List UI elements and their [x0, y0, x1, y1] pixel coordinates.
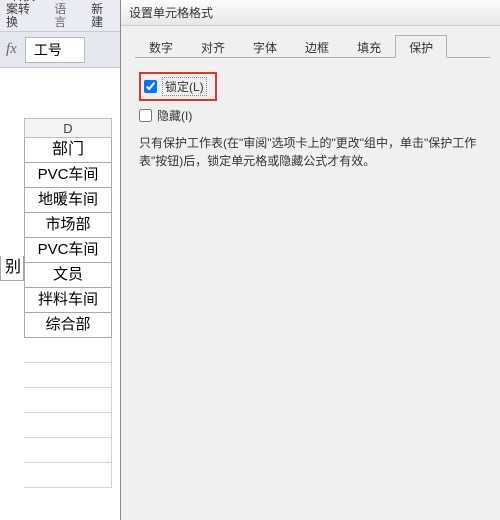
table-cell[interactable]: 文员 — [24, 263, 112, 288]
hidden-row: 隐藏(I) — [139, 107, 482, 124]
locked-checkbox[interactable] — [144, 80, 157, 93]
tab-alignment[interactable]: 对齐 — [187, 35, 239, 58]
dialog-titlebar: 设置单元格格式 — [121, 0, 500, 26]
table-cell[interactable]: PVC车间 — [24, 163, 112, 188]
locked-row: 锁定(L) — [139, 72, 482, 101]
partial-column-c: 别 — [0, 256, 24, 281]
ribbon-item: 案转换 — [6, 3, 40, 29]
table-cell[interactable]: 拌料车间 — [24, 288, 112, 313]
locked-highlight: 锁定(L) — [139, 72, 217, 101]
protection-hint: 只有保护工作表(在"审阅"选项卡上的"更改"组中，单击"保护工作表"按钮)后，锁… — [139, 134, 482, 170]
ribbon-group-translate[interactable]: 翻译 语言 — [54, 2, 77, 29]
ribbon-fragment: 转换 案转换 翻译 语言 新建 — [0, 0, 120, 32]
locked-label: 锁定(L) — [162, 77, 207, 96]
table-cell[interactable]: 地暖车间 — [24, 188, 112, 213]
tab-number[interactable]: 数字 — [135, 35, 187, 58]
tab-fill[interactable]: 填充 — [343, 35, 395, 58]
table-cell[interactable]: 综合部 — [24, 313, 112, 338]
empty-cell[interactable] — [24, 413, 112, 438]
fx-icon[interactable]: fx — [6, 41, 17, 58]
ribbon-group-convert[interactable]: 转换 案转换 — [6, 2, 40, 29]
dialog-title: 设置单元格格式 — [129, 4, 213, 21]
column-header-d[interactable]: D — [24, 118, 112, 138]
format-cells-dialog: 设置单元格格式 数字 对齐 字体 边框 填充 保护 锁定(L) 隐藏(I) 只有… — [120, 0, 500, 520]
hidden-label: 隐藏(I) — [157, 107, 192, 124]
empty-cell[interactable] — [24, 463, 112, 488]
formula-bar: fx 工号 — [0, 32, 120, 68]
tab-border[interactable]: 边框 — [291, 35, 343, 58]
dialog-tabstrip: 数字 对齐 字体 边框 填充 保护 — [135, 34, 490, 58]
empty-cells — [24, 338, 112, 488]
table-cell[interactable]: 市场部 — [24, 213, 112, 238]
table-cell[interactable]: PVC车间 — [24, 238, 112, 263]
tab-protection-panel: 锁定(L) 隐藏(I) 只有保护工作表(在"审阅"选项卡上的"更改"组中，单击"… — [121, 58, 500, 184]
empty-cell[interactable] — [24, 438, 112, 463]
hidden-checkbox[interactable] — [139, 109, 152, 122]
empty-cell[interactable] — [24, 363, 112, 388]
ribbon-item: 新建 — [91, 3, 114, 29]
tab-protection[interactable]: 保护 — [395, 35, 447, 58]
name-box[interactable]: 工号 — [25, 37, 85, 63]
ribbon-group-new[interactable]: 新建 — [91, 2, 114, 29]
ribbon-group-label: 语言 — [54, 3, 77, 29]
empty-cell[interactable] — [24, 388, 112, 413]
cell-d-header[interactable]: 部门 — [24, 138, 112, 163]
cell-header-partial[interactable]: 别 — [0, 256, 24, 281]
tab-font[interactable]: 字体 — [239, 35, 291, 58]
empty-cell[interactable] — [24, 338, 112, 363]
column-d: D 部门 PVC车间 地暖车间 市场部 PVC车间 文员 拌料车间 综合部 — [24, 118, 112, 488]
